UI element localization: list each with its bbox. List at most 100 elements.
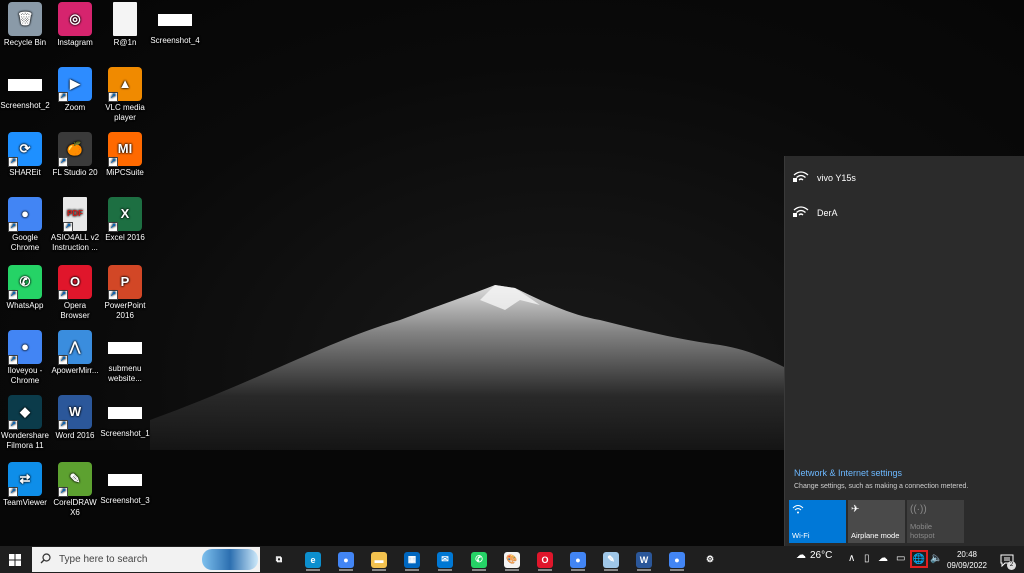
shortcut-arrow-icon: ↗ [58, 420, 68, 430]
desktop-icon[interactable]: Screenshot_4 [150, 2, 200, 46]
clock[interactable]: 20:48 09/09/2022 [944, 549, 990, 571]
desktop-icon-label: VLC media player [105, 103, 145, 122]
network-flyout: vivo Y15s DerA Network & Internet settin… [784, 156, 1024, 546]
gear-icon: ⚙ [702, 551, 718, 568]
shortcut-arrow-icon: ↗ [63, 222, 73, 232]
taskbar-app-settings[interactable]: ⚙ [697, 548, 723, 571]
taskbar-app-edge[interactable]: e [300, 548, 326, 571]
desktop-icon[interactable]: ✎ ↗ CorelDRAW X6 [50, 462, 100, 518]
desktop-icon-label: CorelDRAW X6 [53, 498, 97, 517]
shortcut-arrow-icon: ↗ [58, 92, 68, 102]
desktop-icon[interactable]: ▲ ↗ VLC media player [100, 67, 150, 123]
taskbar-app-whatsapp[interactable]: ✆ [466, 548, 492, 571]
desktop-icon[interactable]: P ↗ PowerPoint 2016 [100, 265, 150, 321]
taskbar-app-mail[interactable]: ✉ [432, 548, 458, 571]
desktop-icon-label: MiPCSuite [106, 168, 144, 177]
desktop-icon[interactable]: ● ↗ Iloveyou - Chrome [0, 330, 50, 386]
wifi-secured-icon [793, 170, 813, 186]
zoom-icon: ▶ ↗ [58, 67, 92, 102]
notification-center-button[interactable]: 2 [996, 550, 1018, 570]
desktop-icon[interactable]: ✆ ↗ WhatsApp [0, 265, 50, 311]
desktop-icon[interactable]: 🍊 ↗ FL Studio 20 [50, 132, 100, 178]
desktop-icon[interactable]: Screenshot_2 [0, 67, 50, 111]
taskbar-app-word[interactable]: W [631, 548, 657, 571]
image-file-icon [8, 79, 42, 91]
running-indicator [372, 569, 386, 571]
desktop-icon[interactable]: MI ↗ MiPCSuite [100, 132, 150, 178]
taskbar-app-task-view[interactable]: ⧉ [266, 548, 292, 571]
network-globe-icon[interactable]: 🌐 [910, 550, 928, 568]
airplane-mode-tile[interactable]: ✈ Airplane mode [848, 500, 905, 543]
desktop-icon-label: Word 2016 [55, 431, 95, 440]
speaker-icon[interactable]: 🔈 [930, 553, 942, 564]
pdf-icon: PDF ↗ [63, 197, 87, 232]
fl-studio-icon: 🍊 ↗ [58, 132, 92, 167]
desktop-icon[interactable]: submenu website... [100, 330, 150, 384]
instagram-icon: ◎ [58, 2, 92, 36]
chrome-icon: ● [570, 551, 586, 568]
tile-label: Wi-Fi [792, 531, 810, 540]
shortcut-arrow-icon: ↗ [8, 420, 18, 430]
shortcut-arrow-icon: ↗ [58, 487, 68, 497]
desktop-icon[interactable]: ◆ ↗ Wondershare Filmora 11 [0, 395, 50, 451]
desktop-icon[interactable]: Screenshot_3 [100, 462, 150, 506]
apowermirror-icon: ⋀ ↗ [58, 330, 92, 365]
running-indicator [438, 569, 452, 571]
taskbar-app-notepad[interactable]: ✎ [598, 548, 624, 571]
desktop-icon[interactable]: ⋀ ↗ ApowerMirr... [50, 330, 100, 376]
onedrive-cloud-icon[interactable]: ☁ [878, 553, 888, 564]
desktop-icon[interactable]: PDF ↗ ASIO4ALL v2 Instruction ... [50, 197, 100, 253]
wifi-toggle-tile[interactable]: Wi-Fi [789, 500, 846, 543]
desktop-icon[interactable]: ● ↗ Google Chrome [0, 197, 50, 253]
taskbar-search-box[interactable]: Type here to search [32, 547, 260, 572]
running-indicator [505, 569, 519, 571]
taskbar-app-chrome-2[interactable]: ● [664, 548, 690, 571]
weather-temperature: 26°C [810, 550, 833, 561]
hotspot-icon: ((·)) [910, 504, 927, 515]
taskbar-app-paint[interactable]: 🎨 [499, 548, 525, 571]
chrome-icon: ● [338, 551, 354, 568]
mobile-hotspot-tile[interactable]: ((·)) Mobile hotspot [907, 500, 964, 543]
network-name: DerA [817, 208, 838, 218]
desktop-icon[interactable]: ◎ Instagram [50, 2, 100, 48]
desktop-icon[interactable]: W ↗ Word 2016 [50, 395, 100, 441]
taskbar-app-microsoft-store[interactable]: ▦ [399, 548, 425, 571]
shortcut-arrow-icon: ↗ [8, 157, 18, 167]
taskbar-app-chrome-profile[interactable]: ● [565, 548, 591, 571]
chevron-up-icon[interactable]: ∧ [848, 553, 855, 564]
store-icon: ▦ [404, 551, 420, 568]
desktop-icon-label: Excel 2016 [105, 233, 145, 242]
desktop-icon-label: SHAREit [9, 168, 41, 177]
network-item-vivo[interactable]: vivo Y15s [785, 162, 1024, 194]
edge-icon: e [305, 551, 321, 568]
desktop-icon-label: WhatsApp [6, 301, 44, 310]
running-indicator [339, 569, 353, 571]
start-button[interactable] [0, 546, 30, 573]
network-item-dera[interactable]: DerA [785, 197, 1024, 229]
desktop-icon[interactable]: O ↗ Opera Browser [50, 265, 100, 321]
taskbar-app-file-explorer[interactable]: ▬ [366, 548, 392, 571]
network-settings-link[interactable]: Network & Internet settings [794, 468, 902, 478]
desktop-icon[interactable]: ▶ ↗ Zoom [50, 67, 100, 113]
shortcut-arrow-icon: ↗ [8, 222, 18, 232]
battery-icon[interactable]: ▭ [896, 553, 905, 564]
desktop-icon-label: TeamViewer [3, 498, 47, 507]
vlc-icon: ▲ ↗ [108, 67, 142, 102]
shortcut-arrow-icon: ↗ [58, 290, 68, 300]
notepad-icon: ✎ [603, 551, 619, 568]
device-icon[interactable]: ▯ [864, 553, 870, 564]
weather-widget[interactable]: ☁ 26°C [796, 550, 832, 561]
desktop-icon[interactable]: X ↗ Excel 2016 [100, 197, 150, 243]
desktop-icon[interactable]: R@1n [100, 2, 150, 48]
desktop-icon[interactable]: ⟳ ↗ SHAREit [0, 132, 50, 178]
teamviewer-icon: ⇄ ↗ [8, 462, 42, 497]
desktop-icon[interactable]: 🗑 Recycle Bin [0, 2, 50, 48]
filmora-icon: ◆ ↗ [8, 395, 42, 430]
taskbar-app-chrome[interactable]: ● [333, 548, 359, 571]
chrome-profile-icon: ● ↗ [8, 330, 42, 365]
taskbar-app-opera[interactable]: O [532, 548, 558, 571]
desktop-icon[interactable]: ⇄ ↗ TeamViewer [0, 462, 50, 508]
desktop-icon[interactable]: Screenshot_1 [100, 395, 150, 439]
powerpoint-icon: P ↗ [108, 265, 142, 300]
mi-pc-suite-icon: MI ↗ [108, 132, 142, 167]
